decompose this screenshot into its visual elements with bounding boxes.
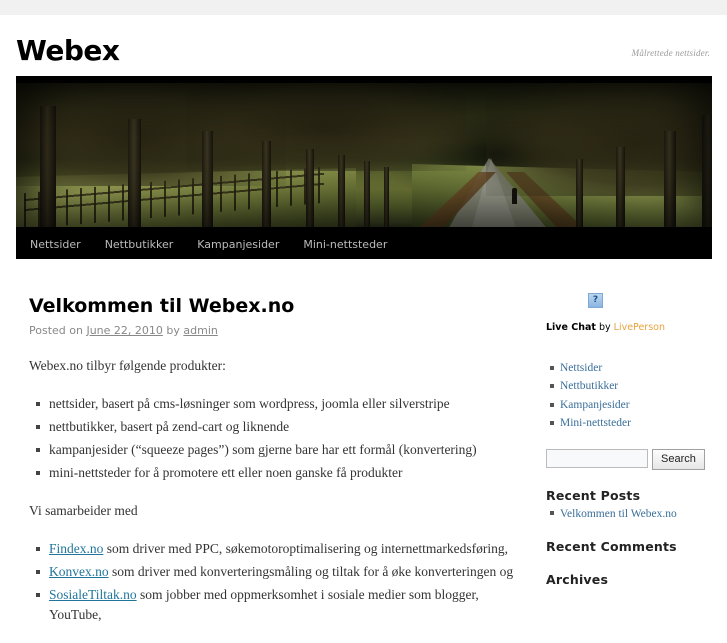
sidebar-link-nettsider[interactable]: Nettsider <box>560 362 602 374</box>
nav-item-mini-nettsteder[interactable]: Mini-nettsteder <box>291 231 399 259</box>
sidebar-link-kampanjesider[interactable]: Kampanjesider <box>560 399 630 411</box>
partner-link-sosialetiltak[interactable]: SosialeTiltak.no <box>49 587 137 602</box>
nav-item-kampanjesider[interactable]: Kampanjesider <box>185 231 291 259</box>
nav-link-kampanjesider[interactable]: Kampanjesider <box>185 231 291 259</box>
entry-meta: Posted on June 22, 2010 by admin <box>29 324 529 337</box>
product-list: nettsider, basert på cms-løsninger som w… <box>29 394 529 484</box>
list-item: Findex.no som driver med PPC, søkemotoro… <box>36 539 529 559</box>
page-title[interactable]: Velkommen til Webex.no <box>29 259 529 318</box>
list-item: SosialeTiltak.no som jobber med oppmerks… <box>36 585 529 626</box>
page-container: Webex Målrettede nettsider. Nettsider Ne… <box>0 15 727 622</box>
meta-author-link[interactable]: admin <box>183 324 217 337</box>
sidebar-item-mini-nettsteder[interactable]: Mini-nettsteder <box>550 416 716 430</box>
nav-link-mini-nettsteder[interactable]: Mini-nettsteder <box>291 231 399 259</box>
widget-title-recent-posts: Recent Posts <box>546 487 641 503</box>
search-button[interactable]: Search <box>652 448 705 470</box>
nav-list: Nettsider Nettbutikker Kampanjesider Min… <box>16 231 712 259</box>
broken-image-icon[interactable] <box>588 293 603 308</box>
nav-link-nettbutikker[interactable]: Nettbutikker <box>93 231 186 259</box>
widget-title-archives: Archives <box>546 572 609 588</box>
widget-title-recent-comments: Recent Comments <box>546 539 677 555</box>
list-item: nettbutikker, basert på zend-cart og lik… <box>36 417 529 437</box>
partner-link-findex[interactable]: Findex.no <box>49 541 103 556</box>
livechat-widget: Live Chat by LivePerson <box>546 259 716 333</box>
main-content: Velkommen til Webex.no Posted on June 22… <box>29 259 529 643</box>
nav-item-nettsider[interactable]: Nettsider <box>16 231 93 259</box>
sidebar-item-kampanjesider[interactable]: Kampanjesider <box>550 398 716 412</box>
partner-text: som driver med PPC, søkemotoroptimaliser… <box>103 540 508 556</box>
list-item[interactable]: Velkommen til Webex.no <box>550 506 716 522</box>
partners-intro: Vi samarbeider med <box>29 502 138 518</box>
sidebar-link-mini-nettsteder[interactable]: Mini-nettsteder <box>560 417 631 429</box>
sidebar-item-nettsider[interactable]: Nettsider <box>550 361 716 375</box>
entry-content: Webex.no tilbyr følgende produkter: nett… <box>29 356 529 626</box>
intro-paragraph: Webex.no tilbyr følgende produkter: <box>29 357 226 373</box>
recent-posts-list: Velkommen til Webex.no <box>546 506 716 522</box>
livechat-label[interactable]: Live Chat <box>546 322 596 333</box>
meta-date-link[interactable]: June 22, 2010 <box>86 324 162 337</box>
list-item: kampanjesider (“squeeze pages”) som gjer… <box>36 440 529 460</box>
sidebar-link-nettbutikker[interactable]: Nettbutikker <box>560 380 618 392</box>
partner-link-konvex[interactable]: Konvex.no <box>49 564 109 579</box>
site-description: Målrettede nettsider. <box>631 48 710 58</box>
masthead: Webex Målrettede nettsider. <box>0 15 727 76</box>
header-image <box>16 76 712 231</box>
livechat-brand[interactable]: LivePerson <box>614 322 665 333</box>
partner-text: som driver med konverteringsmåling og ti… <box>108 563 514 579</box>
meta-posted-on: Posted on <box>29 323 83 337</box>
livechat-caption: Live Chat by LivePerson <box>546 322 716 333</box>
nav-item-nettbutikker[interactable]: Nettbutikker <box>93 231 186 259</box>
primary-navigation: Nettsider Nettbutikker Kampanjesider Min… <box>16 231 712 259</box>
search-input[interactable] <box>546 448 648 468</box>
list-item: mini-nettsteder for å promotere ett elle… <box>36 463 529 483</box>
header-frame <box>16 76 712 231</box>
search-form: Search <box>546 448 716 470</box>
list-item: Konvex.no som driver med konverteringsmå… <box>36 562 529 582</box>
list-item: nettsider, basert på cms-løsninger som w… <box>36 394 529 414</box>
recent-post-link[interactable]: Velkommen til Webex.no <box>560 508 677 520</box>
browser-top-strip <box>0 0 727 15</box>
site-title[interactable]: Webex <box>16 37 120 65</box>
sidebar: Live Chat by LivePerson Nettsider Nettbu… <box>546 259 716 590</box>
livechat-by: by <box>595 322 614 333</box>
sidebar-item-nettbutikker[interactable]: Nettbutikker <box>550 379 716 393</box>
meta-by: by <box>166 323 180 337</box>
nav-link-nettsider[interactable]: Nettsider <box>16 231 93 259</box>
sidebar-links-list: Nettsider Nettbutikker Kampanjesider Min… <box>546 361 716 431</box>
partner-list: Findex.no som driver med PPC, søkemotoro… <box>29 539 529 626</box>
